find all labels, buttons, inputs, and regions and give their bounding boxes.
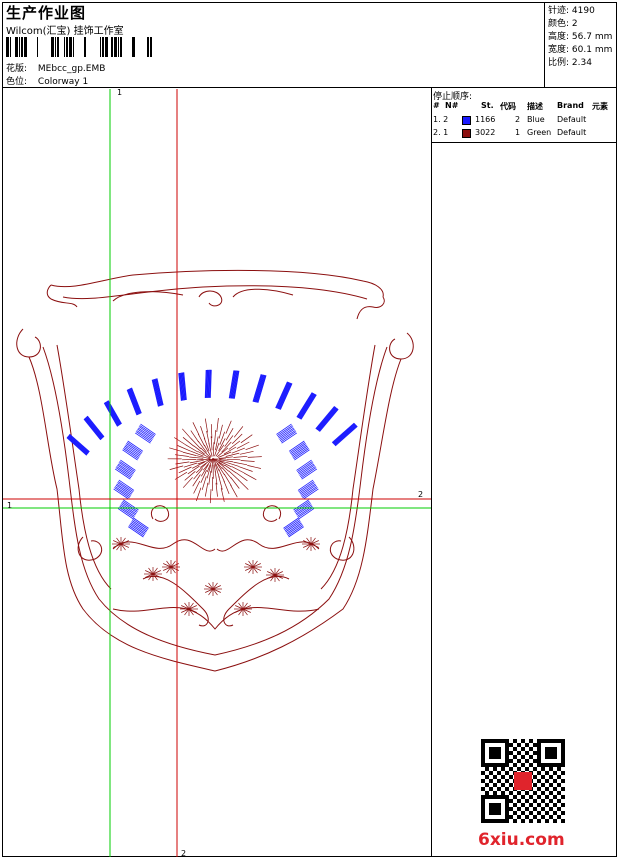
stat-width: 宽度: 60.1 mm xyxy=(548,45,613,55)
barcode xyxy=(6,37,152,57)
guide-label-v2: 2 xyxy=(181,849,187,858)
colorway-row: 色位: Colorway 1 xyxy=(6,74,88,87)
design-file-label: 花版: xyxy=(6,64,28,74)
spiral-g-motif xyxy=(167,418,262,504)
stat-colors: 颜色: 2 xyxy=(548,19,578,29)
stat-stitches: 针迹: 4190 xyxy=(548,6,595,16)
header-divider xyxy=(2,87,617,88)
guide-label-h1: 1 xyxy=(7,501,13,510)
watermark-site: 6xiu.com xyxy=(478,830,565,850)
design-file-row: 花版: MEbcc_gp.EMB xyxy=(6,61,105,74)
guide-label-h2: 2 xyxy=(418,490,424,499)
stats-divider xyxy=(544,2,545,88)
color-swatch xyxy=(462,129,471,138)
qr-code xyxy=(481,739,565,823)
sheet-title: 生产作业图 xyxy=(6,4,87,22)
canvas-divider xyxy=(431,87,432,857)
design-file-value: MEbcc_gp.EMB xyxy=(37,64,106,74)
embroidery-canvas xyxy=(3,89,431,857)
stat-height: 高度: 56.7 mm xyxy=(548,32,613,42)
floral-ornament xyxy=(77,505,355,630)
table-divider xyxy=(431,142,617,143)
stat-scale: 比例: 2.34 xyxy=(548,58,592,68)
stats-panel: 针迹: 4190 颜色: 2 高度: 56.7 mm 宽度: 60.1 mm 比… xyxy=(548,5,612,70)
color-swatch xyxy=(462,116,471,125)
floral-fill xyxy=(112,537,320,616)
colorway-value: Colorway 1 xyxy=(37,77,89,87)
colorway-label: 色位: xyxy=(6,77,28,87)
guide-label-v1: 1 xyxy=(117,88,123,97)
studio-name: Wilcom(汇宝) 挂饰工作室 xyxy=(6,26,124,37)
